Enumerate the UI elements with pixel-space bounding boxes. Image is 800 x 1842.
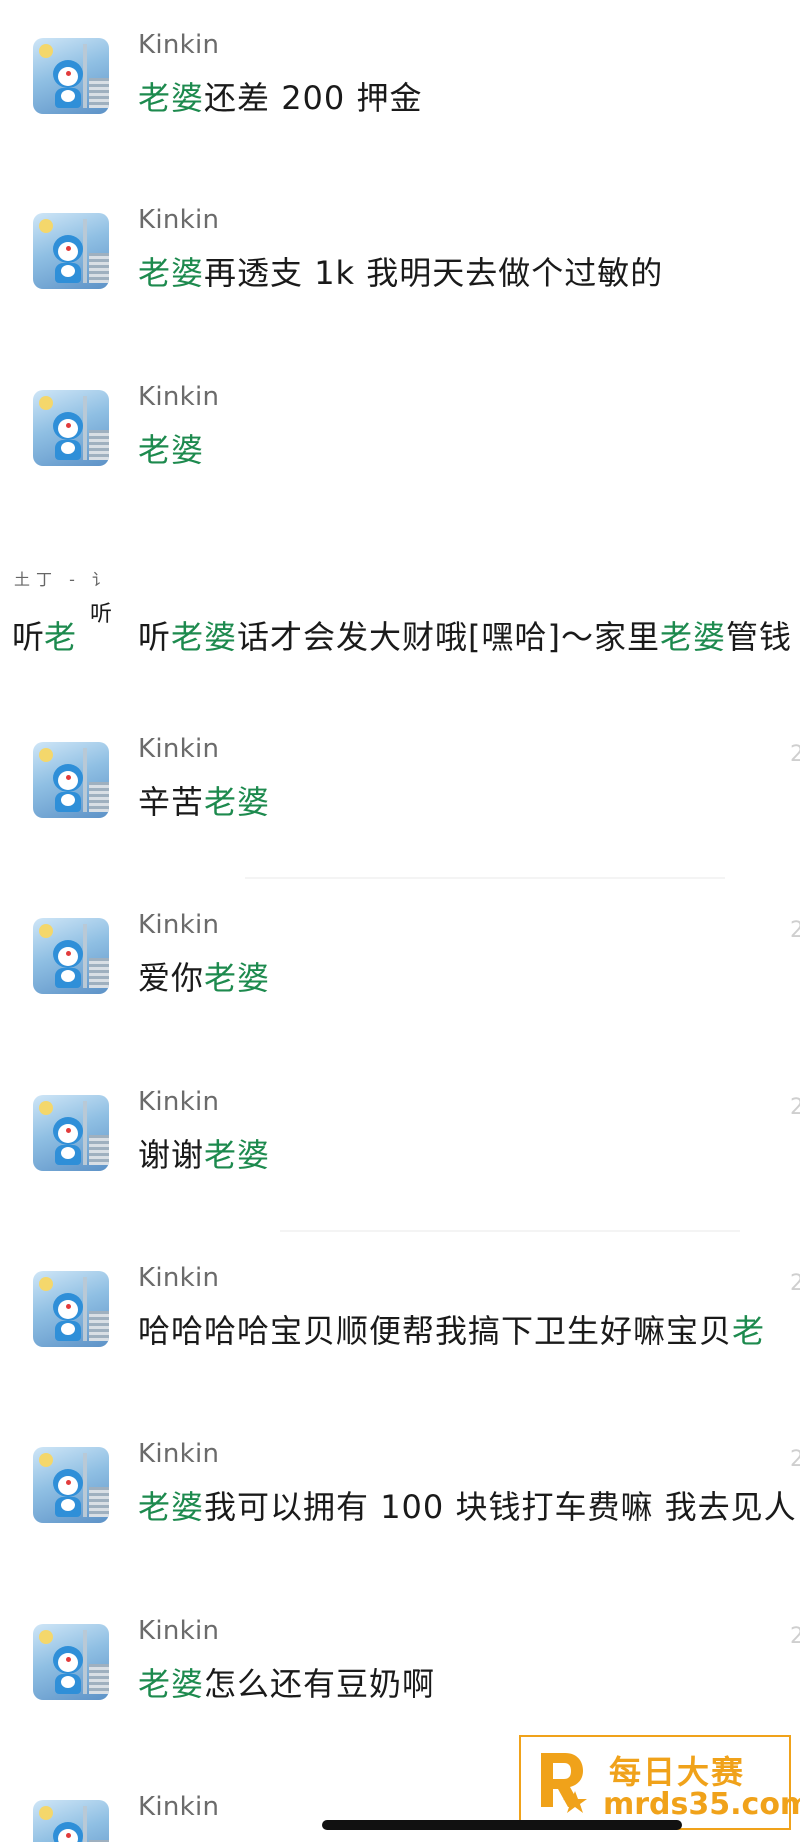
- time-fragment: 2: [790, 742, 800, 767]
- message-text-segment: 我可以拥有 100 块钱打车费嘛 我去见人: [204, 1488, 797, 1526]
- message-text-segment: 管钱: [726, 618, 793, 656]
- message-text-segment: 话才会发大财哦[嘿哈]～家里: [237, 618, 661, 656]
- partial-message-text: 听老婆话才会发大财哦[嘿哈]～家里老婆管钱: [138, 612, 792, 658]
- doraemon-avatar-icon[interactable]: [33, 918, 109, 994]
- message-text-segment: 听: [138, 618, 172, 656]
- highlighted-keyword: 老婆: [138, 1665, 205, 1703]
- highlighted-keyword: 老婆: [138, 79, 205, 117]
- time-fragment: 2: [790, 1271, 800, 1296]
- highlighted-keyword: 老婆: [660, 618, 727, 656]
- message-row[interactable]: Kinkin 老婆我可以拥有 100 块钱打车费嘛 我去见人: [0, 1439, 800, 1567]
- sender-name: Kinkin: [138, 1439, 220, 1469]
- divider: [280, 1230, 740, 1232]
- message-text-segment: 再透支 1k 我明天去做个过敏的: [204, 254, 664, 292]
- sender-name: Kinkin: [138, 734, 220, 764]
- partial-name-fragment: 土丁 - 讠: [14, 570, 114, 589]
- doraemon-avatar-icon[interactable]: [33, 1095, 109, 1171]
- message-text: 爱你老婆: [138, 953, 270, 999]
- partial-left-fragment: 听: [90, 602, 113, 627]
- time-fragment: 2: [790, 1624, 800, 1649]
- sender-name: Kinkin: [138, 1792, 220, 1822]
- message-row[interactable]: Kinkin 哈哈哈哈宝贝顺便帮我搞下卫生好嘛宝贝老: [0, 1263, 800, 1391]
- sender-name: Kinkin: [138, 382, 220, 412]
- sender-name: Kinkin: [138, 1263, 220, 1293]
- watermark-url[interactable]: mrds35.com: [603, 1787, 800, 1822]
- doraemon-avatar-icon[interactable]: [33, 1800, 109, 1842]
- message-text: 谢谢老婆: [138, 1130, 270, 1176]
- sender-name: Kinkin: [138, 910, 220, 940]
- message-text-segment: 怎么还有豆奶啊: [204, 1665, 436, 1703]
- highlighted-keyword: 老婆: [138, 1488, 205, 1526]
- message-row[interactable]: Kinkin 老婆还差 200 押金: [0, 30, 800, 158]
- message-text-segment: 谢谢: [138, 1136, 205, 1174]
- home-indicator[interactable]: [322, 1820, 682, 1830]
- message-row[interactable]: Kinkin 老婆再透支 1k 我明天去做个过敏的: [0, 205, 800, 333]
- message-text: 老婆怎么还有豆奶啊: [138, 1659, 435, 1705]
- highlighted-keyword: 老: [732, 1312, 766, 1350]
- message-text-segment: 还差 200 押金: [204, 79, 423, 117]
- time-fragment: 2: [790, 1095, 800, 1120]
- doraemon-avatar-icon[interactable]: [33, 390, 109, 466]
- doraemon-avatar-icon[interactable]: [33, 38, 109, 114]
- message-text: 老婆我可以拥有 100 块钱打车费嘛 我去见人: [138, 1482, 797, 1528]
- message-text: 老婆还差 200 押金: [138, 73, 422, 119]
- message-row[interactable]: Kinkin 老婆: [0, 382, 800, 510]
- doraemon-avatar-icon[interactable]: [33, 1447, 109, 1523]
- chat-search-results: Kinkin 老婆还差 200 押金 Kinkin 老婆再透支 1k 我明天去做个过…: [0, 0, 800, 1842]
- message-text: 哈哈哈哈宝贝顺便帮我搞下卫生好嘛宝贝老: [138, 1306, 765, 1352]
- time-fragment: 2: [790, 1447, 800, 1472]
- message-row[interactable]: Kinkin 爱你老婆: [0, 910, 800, 1038]
- highlighted-keyword: 老婆: [138, 431, 205, 469]
- highlighted-keyword: 老婆: [171, 618, 238, 656]
- message-text-segment: 哈哈哈哈宝贝顺便帮我搞下卫生好嘛宝贝: [138, 1312, 733, 1350]
- message-text-segment: 爱你: [138, 959, 205, 997]
- watermark: 每日大赛 mrds35.com: [519, 1735, 800, 1830]
- highlighted-keyword: 老婆: [204, 783, 271, 821]
- r-star-logo-icon: [541, 1753, 587, 1813]
- sender-name: Kinkin: [138, 205, 220, 235]
- message-row[interactable]: Kinkin 老婆怎么还有豆奶啊: [0, 1616, 800, 1744]
- message-row[interactable]: Kinkin 辛苦老婆: [0, 734, 800, 862]
- partial-left-char: 听: [12, 618, 45, 656]
- doraemon-avatar-icon[interactable]: [33, 1271, 109, 1347]
- message-text: 老婆再透支 1k 我明天去做个过敏的: [138, 248, 663, 294]
- sender-name: Kinkin: [138, 1616, 220, 1646]
- message-text: 老婆: [138, 425, 204, 471]
- message-text-segment: 辛苦: [138, 783, 205, 821]
- doraemon-avatar-icon[interactable]: [33, 742, 109, 818]
- partial-left-highlight: 老: [44, 618, 77, 656]
- sender-name: Kinkin: [138, 1087, 220, 1117]
- highlighted-keyword: 老婆: [204, 959, 271, 997]
- message-row[interactable]: Kinkin 谢谢老婆: [0, 1087, 800, 1215]
- partial-left-text: 听老: [12, 612, 76, 658]
- highlighted-keyword: 老婆: [138, 254, 205, 292]
- sender-name: Kinkin: [138, 30, 220, 60]
- divider: [245, 877, 725, 879]
- time-fragment: 2: [790, 918, 800, 943]
- doraemon-avatar-icon[interactable]: [33, 213, 109, 289]
- highlighted-keyword: 老婆: [204, 1136, 271, 1174]
- doraemon-avatar-icon[interactable]: [33, 1624, 109, 1700]
- message-text: 辛苦老婆: [138, 777, 270, 823]
